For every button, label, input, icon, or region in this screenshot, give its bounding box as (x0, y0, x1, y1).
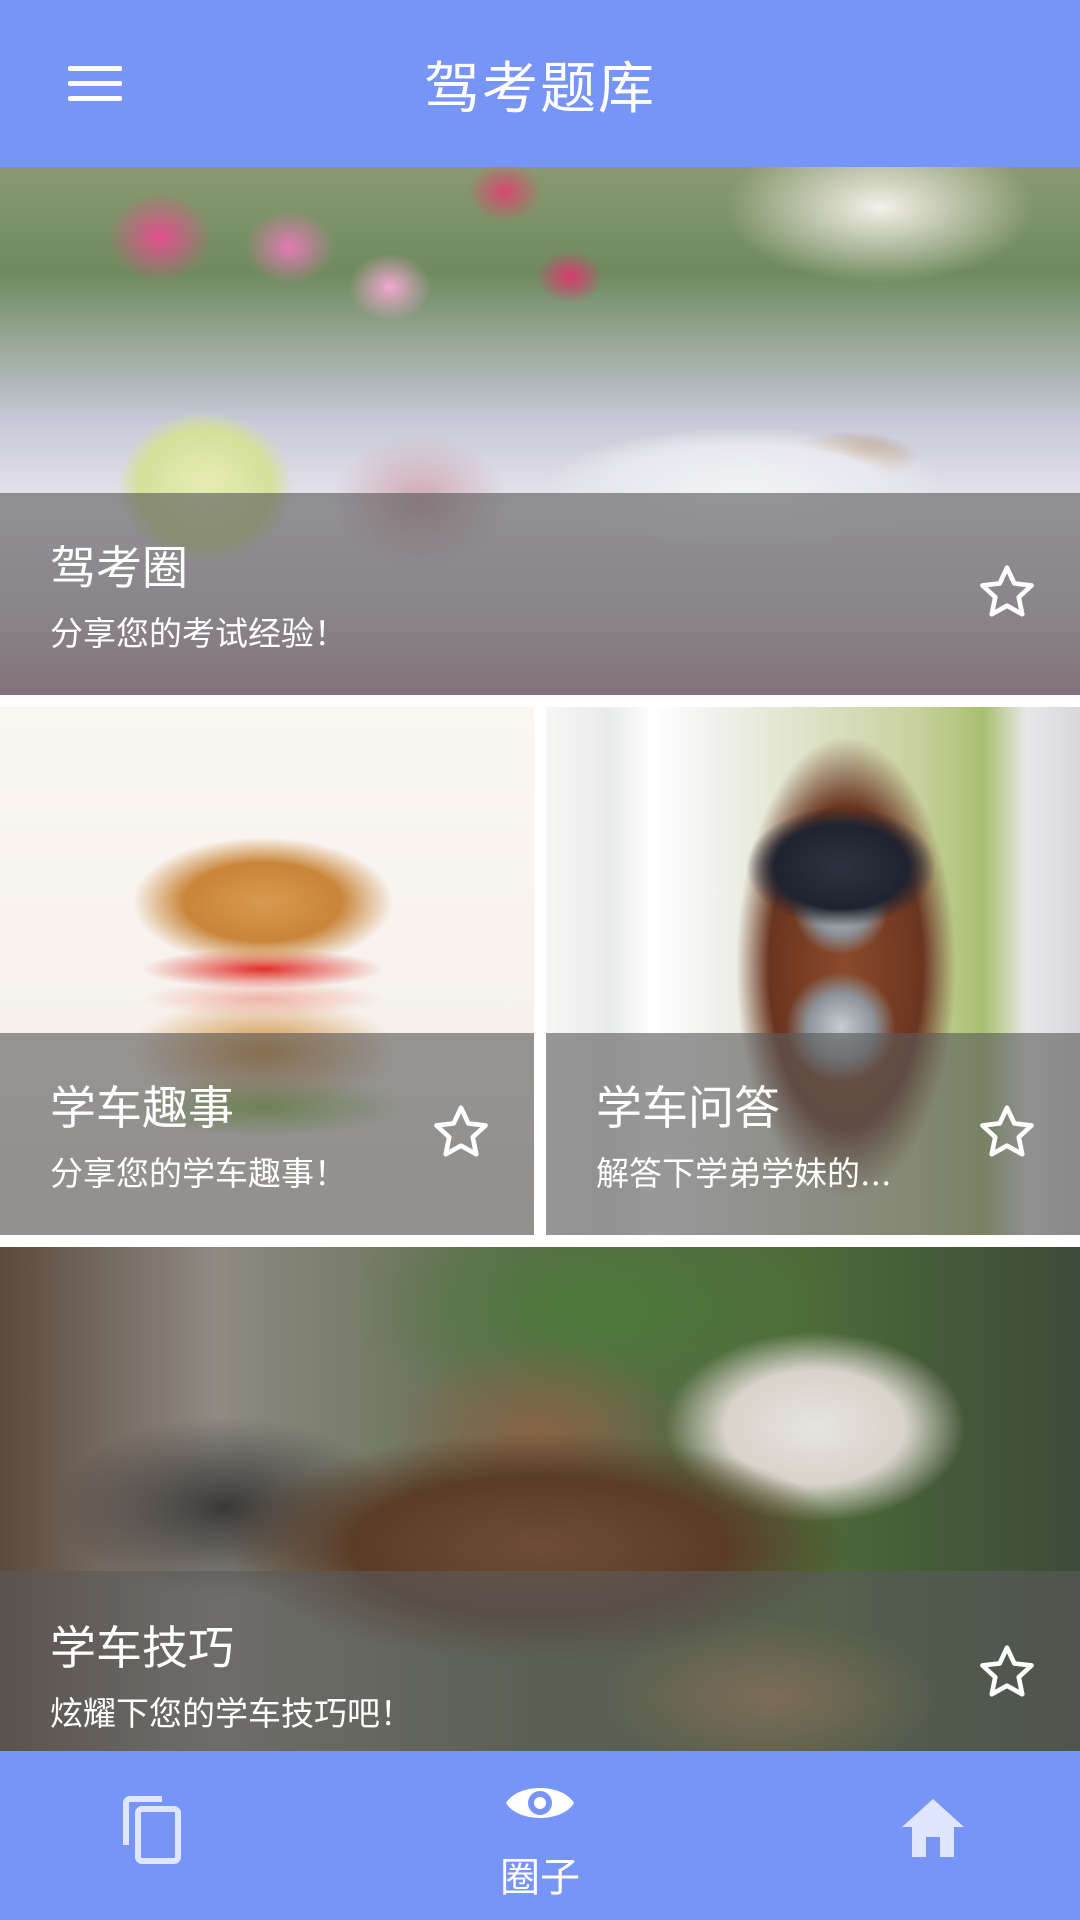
card-jiakaoquan[interactable]: 驾考圈 分享您的考试经验！ (0, 167, 1080, 695)
card-subtitle: 分享您的考试经验！ (50, 614, 347, 653)
card-xuechequshi[interactable]: 学车趣事 分享您的学车趣事！ (0, 707, 534, 1235)
card-subtitle: 分享您的学车趣事！ (50, 1154, 347, 1193)
nav-item-copy[interactable] (100, 1791, 210, 1891)
card-xuechewenda[interactable]: 学车问答 解答下学弟学妹的... (546, 707, 1080, 1235)
card-title: 学车问答 (596, 1081, 780, 1135)
card-subtitle: 解答下学弟学妹的... (596, 1154, 892, 1193)
copy-icon (123, 1796, 181, 1864)
card-title: 学车趣事 (50, 1081, 234, 1135)
star-icon[interactable] (976, 1641, 1038, 1703)
nav-item-home[interactable] (880, 1791, 990, 1891)
nav-item-quanzi[interactable]: 圈子 (470, 1771, 610, 1911)
card-title: 驾考圈 (50, 541, 188, 595)
card-title: 学车技巧 (50, 1621, 234, 1675)
card-xuechejiqiao[interactable]: 学车技巧 炫耀下您的学车技巧吧！ (0, 1247, 1080, 1751)
star-icon[interactable] (976, 561, 1038, 623)
nav-label-quanzi: 圈子 (500, 1855, 580, 1901)
app-root: 驾考题库 驾考圈 分享您的考试经验！ 学车趣事 分享您的学车趣事！ 学车问答 解… (0, 0, 1080, 1920)
bottom-navigation: 圈子 (0, 1751, 1080, 1920)
top-app-bar: 驾考题库 (0, 0, 1080, 167)
star-icon[interactable] (976, 1101, 1038, 1163)
home-icon (902, 1799, 964, 1857)
star-icon[interactable] (430, 1101, 492, 1163)
eye-icon (506, 1788, 574, 1818)
card-subtitle: 炫耀下您的学车技巧吧！ (50, 1694, 413, 1733)
page-title: 驾考题库 (424, 57, 656, 122)
